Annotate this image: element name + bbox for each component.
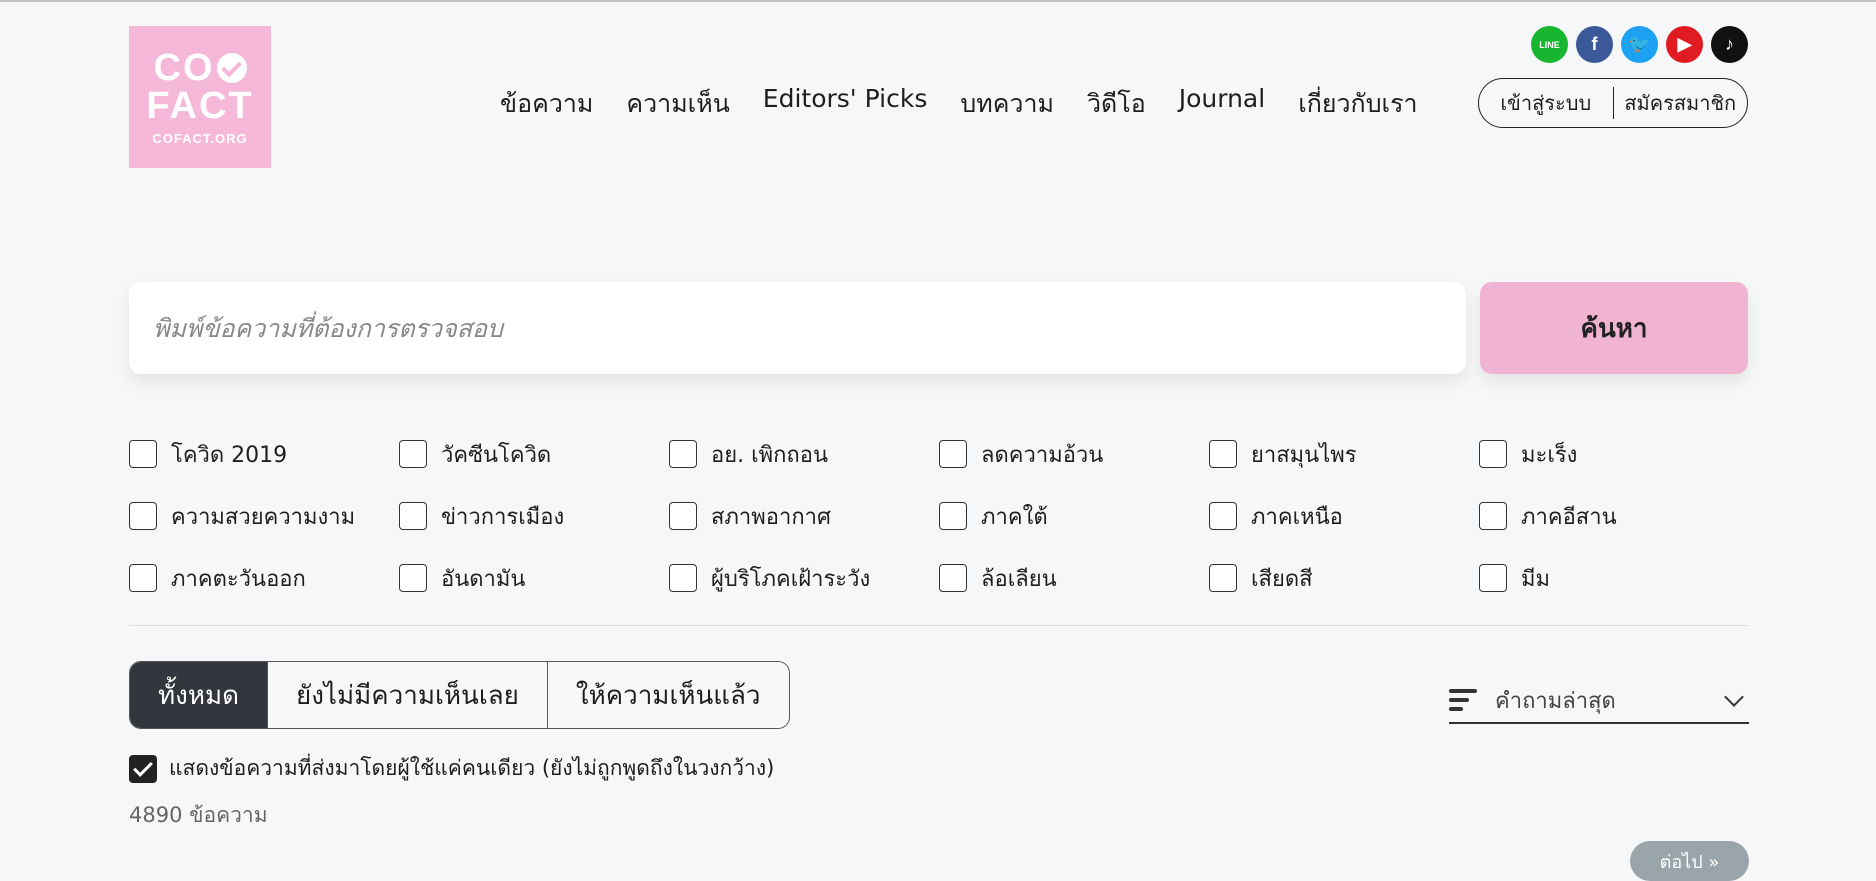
search-input[interactable] (129, 282, 1466, 374)
cofact-logo[interactable]: CO FACT COFACT.ORG (129, 26, 271, 168)
nav-journal[interactable]: Journal (1179, 84, 1265, 124)
checkbox[interactable] (939, 502, 967, 530)
tag-label: เสียดสี (1251, 566, 1313, 592)
tiktok-icon[interactable]: ♪ (1711, 26, 1748, 63)
tag-label: อันดามัน (441, 566, 526, 592)
tag-checkbox[interactable]: วัคซีนโควิด (399, 439, 669, 469)
tag-label: วัคซีนโควิด (441, 442, 552, 468)
tag-checkbox[interactable]: ล้อเลียน (939, 563, 1209, 593)
tag-checkbox[interactable]: มีม (1479, 563, 1749, 593)
tag-label: ลดความอ้วน (981, 442, 1104, 468)
nav-articles[interactable]: บทความ (960, 84, 1054, 124)
main-nav: ข้อความ ความเห็น Editors' Picks บทความ ว… (500, 84, 1418, 124)
auth-box: เข้าสู่ระบบ สมัครสมาชิก (1478, 78, 1748, 128)
checkbox-checked[interactable] (129, 754, 157, 783)
checkbox[interactable] (1209, 440, 1237, 468)
next-page-button[interactable]: ต่อไป » (1630, 841, 1749, 881)
checkbox[interactable] (129, 440, 157, 468)
tag-checkbox[interactable]: มะเร็ง (1479, 439, 1749, 469)
tag-checkbox[interactable]: ข่าวการเมือง (399, 501, 669, 531)
sort-selected-value: คำถามล่าสุด (1495, 688, 1616, 714)
youtube-icon[interactable]: ▶ (1666, 26, 1703, 63)
nav-messages[interactable]: ข้อความ (500, 84, 593, 124)
tag-checkbox[interactable]: เสียดสี (1209, 563, 1479, 593)
search-button[interactable]: ค้นหา (1480, 282, 1748, 374)
single-user-option-label: แสดงข้อความที่ส่งมาโดยผู้ใช้แค่คนเดียว (… (169, 756, 775, 780)
tag-checkbox[interactable]: ภาคใต้ (939, 501, 1209, 531)
tag-label: มีม (1521, 566, 1551, 592)
nav-about[interactable]: เกี่ยวกับเรา (1298, 84, 1417, 124)
tag-checkbox[interactable]: อันดามัน (399, 563, 669, 593)
tag-checkbox[interactable]: โควิด 2019 (129, 439, 399, 469)
checkbox[interactable] (1209, 502, 1237, 530)
facebook-icon[interactable]: f (1576, 26, 1613, 63)
tag-label: ผู้บริโภคเฝ้าระวัง (711, 566, 871, 592)
nav-videos[interactable]: วิดีโอ (1087, 84, 1146, 124)
tag-checkbox[interactable]: ยาสมุนไพร (1209, 439, 1479, 469)
tag-filter-grid: โควิด 2019 วัคซีนโควิด อย. เพิกถอน ลดควา… (129, 439, 1749, 593)
section-divider (129, 625, 1749, 626)
tag-label: ภาคใต้ (981, 504, 1048, 530)
checkbox[interactable] (939, 440, 967, 468)
checkbox[interactable] (669, 440, 697, 468)
checkbox[interactable] (399, 440, 427, 468)
tag-checkbox[interactable]: ภาคเหนือ (1209, 501, 1479, 531)
tag-checkbox[interactable]: ลดความอ้วน (939, 439, 1209, 469)
tag-label: สภาพอากาศ (711, 504, 831, 530)
sort-select[interactable]: คำถามล่าสุด (1449, 678, 1749, 724)
logo-line1: CO (154, 49, 247, 87)
logo-line2: FACT (146, 84, 254, 127)
checkbox[interactable] (1479, 502, 1507, 530)
checkbox[interactable] (939, 564, 967, 592)
twitter-icon[interactable]: 🐦 (1621, 26, 1658, 63)
checkbox[interactable] (669, 564, 697, 592)
line-icon[interactable]: LINE (1531, 26, 1568, 63)
tag-label: ยาสมุนไพร (1251, 442, 1357, 468)
message-count: 4890 ข้อความ (129, 803, 268, 827)
tag-checkbox[interactable]: ภาคตะวันออก (129, 563, 399, 593)
chevron-down-icon (1724, 687, 1744, 707)
tag-checkbox[interactable]: อย. เพิกถอน (669, 439, 939, 469)
tag-checkbox[interactable]: ภาคอีสาน (1479, 501, 1749, 531)
single-user-option[interactable]: แสดงข้อความที่ส่งมาโดยผู้ใช้แค่คนเดียว (… (129, 752, 774, 785)
tab-all[interactable]: ทั้งหมด (130, 662, 267, 728)
tag-checkbox[interactable]: ความสวยความงาม (129, 501, 399, 531)
reply-filter-tabs: ทั้งหมด ยังไม่มีความเห็นเลย ให้ความเห็นแ… (129, 661, 790, 729)
checkbox[interactable] (1209, 564, 1237, 592)
tag-checkbox[interactable]: สภาพอากาศ (669, 501, 939, 531)
tag-label: ภาคตะวันออก (171, 566, 306, 592)
tag-label: ล้อเลียน (981, 566, 1057, 592)
check-icon (216, 52, 247, 83)
tag-label: ความสวยความงาม (171, 504, 356, 530)
nav-comments[interactable]: ความเห็น (626, 84, 729, 124)
tab-commented[interactable]: ให้ความเห็นแล้ว (546, 662, 789, 728)
nav-editors-picks[interactable]: Editors' Picks (763, 84, 928, 124)
tag-label: อย. เพิกถอน (711, 442, 829, 468)
tag-label: มะเร็ง (1521, 442, 1578, 468)
checkbox[interactable] (399, 564, 427, 592)
checkbox[interactable] (129, 502, 157, 530)
tag-label: ภาคอีสาน (1521, 504, 1617, 530)
tag-label: ข่าวการเมือง (441, 504, 565, 530)
social-links: LINE f 🐦 ▶ ♪ (1531, 26, 1748, 63)
checkbox[interactable] (1479, 564, 1507, 592)
tab-no-comment[interactable]: ยังไม่มีความเห็นเลย (267, 662, 547, 728)
sort-icon (1449, 684, 1477, 716)
logo-domain: COFACT.ORG (152, 130, 248, 146)
login-button[interactable]: เข้าสู่ระบบ (1479, 87, 1613, 119)
checkbox[interactable] (669, 502, 697, 530)
tag-checkbox[interactable]: ผู้บริโภคเฝ้าระวัง (669, 563, 939, 593)
register-button[interactable]: สมัครสมาชิก (1614, 87, 1748, 119)
tag-label: โควิด 2019 (171, 442, 288, 468)
checkbox[interactable] (1479, 440, 1507, 468)
tag-label: ภาคเหนือ (1251, 504, 1343, 530)
checkbox[interactable] (399, 502, 427, 530)
checkbox[interactable] (129, 564, 157, 592)
